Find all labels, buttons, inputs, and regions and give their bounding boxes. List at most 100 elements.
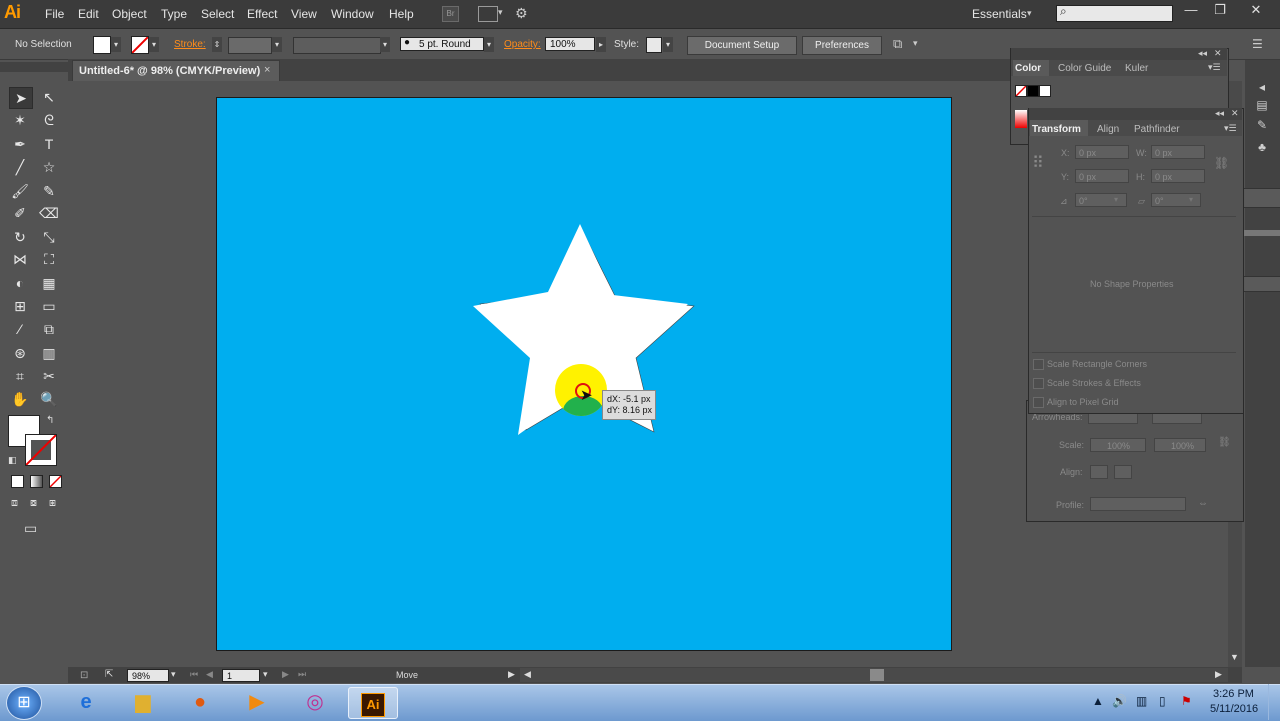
screen-mode-icon[interactable]: ▭ [24, 520, 37, 537]
preferences-button[interactable]: Preferences [802, 36, 882, 55]
blob-brush-tool-icon[interactable]: ✐ [9, 203, 31, 223]
scroll-down-arrow-icon[interactable]: ▼ [1230, 652, 1239, 662]
action-center-icon[interactable]: ⚑ [1181, 694, 1192, 708]
color-panel-menu-icon[interactable]: ▾☰ [1208, 62, 1221, 73]
menu-help[interactable]: Help [389, 7, 414, 21]
paintbrush-tool-icon[interactable]: 🖌 [9, 181, 31, 201]
illustrator-taskbar-button[interactable]: Ai [348, 687, 398, 719]
scroll-left-arrow-icon[interactable]: ◀ [524, 669, 531, 680]
y-input[interactable]: 0 px [1075, 169, 1129, 183]
menu-select[interactable]: Select [201, 7, 234, 21]
tab-color[interactable]: Color [1015, 63, 1041, 74]
blend-tool-icon[interactable]: ⧉ [38, 319, 60, 339]
arrange-objects-dropdown-icon[interactable]: ▾ [913, 38, 918, 49]
fill-swatch[interactable] [93, 36, 111, 54]
gpu-performance-icon[interactable]: ⚙ [515, 5, 528, 22]
status-menu-arrow-icon[interactable]: ▶ [508, 669, 515, 680]
rotate-input[interactable]: 0° [1075, 193, 1127, 207]
pencil-tool-icon[interactable]: ✎ [38, 181, 60, 201]
pen-tool-icon[interactable]: ✒ [9, 134, 31, 154]
rotate-dropdown-icon[interactable]: ▾ [1114, 195, 1118, 204]
file-explorer-icon[interactable]: ▆ [119, 687, 167, 717]
next-artboard-icon[interactable]: ▶ [282, 669, 289, 680]
opacity-input[interactable]: 100% [545, 37, 595, 51]
scale-tool-icon[interactable]: ⤡ [38, 227, 60, 247]
type-tool-icon[interactable]: T [38, 134, 60, 154]
restore-button[interactable]: ❐ [1209, 2, 1231, 18]
rotate-tool-icon[interactable]: ↻ [9, 227, 31, 247]
gradient-tool-icon[interactable]: ▭ [38, 296, 60, 316]
color-panel-titlebar[interactable] [1011, 48, 1227, 60]
brush-dropdown-icon[interactable]: ▾ [484, 37, 494, 52]
draw-behind-icon[interactable]: ⧇ [30, 497, 37, 510]
draw-normal-icon[interactable]: ⧈ [11, 497, 18, 510]
stroke-color-box[interactable] [25, 434, 57, 466]
menu-file[interactable]: File [45, 7, 64, 21]
show-hidden-icons[interactable]: ▲ [1092, 694, 1104, 708]
transform-panel-titlebar[interactable] [1029, 108, 1242, 120]
magic-wand-tool-icon[interactable]: ✶ [9, 110, 31, 130]
stroke-weight-stepper[interactable]: ⇕ [212, 37, 222, 52]
scale-end-input[interactable]: 100% [1154, 438, 1206, 452]
zoom-dropdown-icon[interactable]: ▾ [171, 669, 176, 680]
swap-colors-icon[interactable]: ↰ [46, 415, 54, 426]
star-tool-icon[interactable]: ☆ [38, 157, 60, 177]
align-arrow-b-button[interactable] [1114, 465, 1132, 479]
shape-builder-tool-icon[interactable]: ◐ [9, 273, 31, 293]
opacity-label[interactable]: Opacity: [504, 39, 541, 50]
reference-point-icon[interactable]: ⠿ [1032, 153, 1044, 173]
tab-pathfinder[interactable]: Pathfinder [1134, 124, 1180, 135]
column-graph-tool-icon[interactable]: ▥ [38, 343, 60, 363]
artboard-tool-icon[interactable]: ⌗ [9, 366, 31, 386]
dock-brushes-icon[interactable]: ✎ [1252, 116, 1272, 134]
opacity-slider-arrow-icon[interactable]: ▸ [596, 37, 606, 52]
tools-panel-header[interactable] [0, 62, 68, 72]
volume-icon[interactable]: 🔊 [1112, 694, 1127, 708]
transform-panel-collapse-icon[interactable]: ◂◂ [1215, 108, 1224, 119]
graphic-style-swatch[interactable] [646, 37, 662, 53]
variable-width-profile[interactable] [293, 37, 381, 54]
gradient-mode-icon[interactable] [30, 475, 43, 488]
width-tool-icon[interactable]: ⋈ [9, 249, 31, 269]
scale-start-input[interactable]: 100% [1090, 438, 1146, 452]
menu-type[interactable]: Type [161, 7, 187, 21]
color-panel-close-icon[interactable]: ✕ [1214, 48, 1222, 59]
transform-panel-close-icon[interactable]: ✕ [1231, 108, 1239, 119]
help-search-input[interactable] [1056, 5, 1173, 22]
status-export-icon[interactable]: ⇱ [105, 669, 113, 680]
line-tool-icon[interactable]: ╱ [9, 157, 31, 177]
mesh-tool-icon[interactable]: ⊞ [9, 296, 31, 316]
stroke-swatch[interactable] [131, 36, 149, 54]
profile-select[interactable] [1090, 497, 1186, 511]
document-setup-button[interactable]: Document Setup [687, 36, 797, 55]
arrange-documents-button[interactable] [478, 6, 498, 22]
color-mode-icon[interactable] [11, 475, 24, 488]
app-swirl-icon[interactable]: ◎ [291, 687, 339, 717]
menu-effect[interactable]: Effect [247, 7, 277, 21]
brush-definition[interactable]: 5 pt. Round [400, 37, 484, 51]
hand-tool-icon[interactable]: ✋ [9, 389, 31, 409]
firefox-icon[interactable]: ● [176, 687, 224, 717]
constrain-proportions-icon[interactable]: ⛓ [1214, 156, 1229, 170]
stroke-weight-dropdown-icon[interactable]: ▾ [272, 37, 282, 52]
dock-collapse-icon[interactable]: ◂ [1252, 78, 1272, 96]
show-desktop-button[interactable] [1268, 684, 1280, 720]
scale-corners-checkbox[interactable] [1033, 359, 1044, 370]
symbol-sprayer-tool-icon[interactable]: ⊛ [9, 343, 31, 363]
zoom-level-input[interactable]: 98% [127, 669, 169, 682]
arrange-objects-icon[interactable]: ⧉ [893, 36, 902, 52]
workspace-switcher[interactable]: Essentials [972, 7, 1027, 21]
arrange-dropdown-icon[interactable]: ▾ [498, 7, 503, 18]
align-pixel-grid-checkbox[interactable] [1033, 397, 1044, 408]
none-color-swatch[interactable] [1015, 85, 1027, 97]
shear-input[interactable]: 0° [1151, 193, 1201, 207]
style-dropdown-icon[interactable]: ▾ [663, 37, 673, 52]
link-scale-icon[interactable]: ⛓ [1218, 437, 1231, 448]
previous-artboard-icon[interactable]: ◀ [206, 669, 213, 680]
shear-dropdown-icon[interactable]: ▾ [1189, 195, 1193, 204]
stroke-dropdown-icon[interactable]: ▾ [149, 37, 159, 52]
artboard-number-input[interactable]: 1 [222, 669, 260, 682]
menu-view[interactable]: View [291, 7, 317, 21]
tab-kuler[interactable]: Kuler [1125, 63, 1148, 74]
menu-window[interactable]: Window [331, 7, 374, 21]
